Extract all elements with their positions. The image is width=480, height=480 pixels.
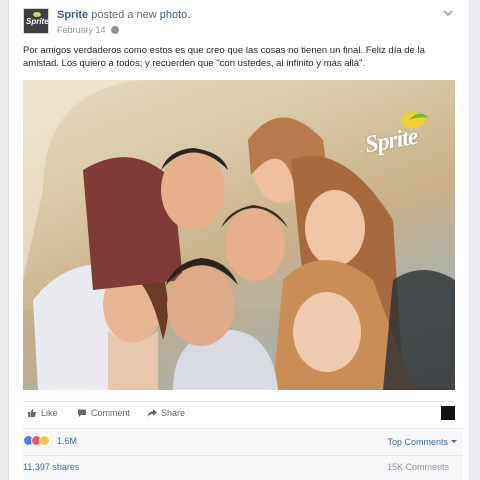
post-message: Por amigos verdaderos como estos es que … [23, 45, 425, 69]
post-as-avatar[interactable] [441, 406, 455, 420]
post-photo[interactable]: Sprite [23, 80, 455, 390]
action-bar: Like Comment Share [23, 401, 455, 425]
post-card: Sprite Sprite posted a new photo. Februa… [8, 0, 470, 480]
comment-label: Comment [91, 408, 131, 418]
globe-icon [111, 26, 120, 34]
comment-icon [78, 409, 86, 417]
avatar-logo-text: Sprite [26, 17, 49, 26]
photo-link[interactable]: photo. [160, 9, 191, 21]
comment-button[interactable]: Comment [77, 408, 130, 418]
post-header: Sprite Sprite posted a new photo. Februa… [23, 6, 455, 40]
share-icon [147, 409, 157, 417]
page-name-link[interactable]: Sprite [57, 9, 88, 21]
post-meta: February 14 [57, 25, 120, 35]
top-comments-label: Top Comments [387, 437, 448, 447]
stats-divider [23, 455, 463, 456]
share-label: Share [161, 408, 186, 418]
like-icon [28, 409, 36, 417]
post-attribution: Sprite posted a new photo. [57, 9, 190, 21]
sprite-logo: Sprite [363, 108, 451, 168]
wow-reaction-icon [39, 435, 50, 446]
reaction-count[interactable]: 1.6M [57, 436, 77, 446]
engagement-panel: 1.6M Top Comments 11,397 shares 15K Comm… [23, 428, 463, 480]
top-comments-dropdown[interactable]: Top Comments [387, 437, 457, 447]
posted-text: posted a new [91, 9, 157, 21]
like-button[interactable]: Like [27, 408, 58, 418]
comments-count[interactable]: 15K Comments [387, 462, 449, 472]
like-label: Like [41, 408, 58, 418]
share-button[interactable]: Share [147, 408, 185, 418]
caret-down-icon [451, 440, 457, 443]
page-avatar[interactable]: Sprite [23, 8, 49, 34]
chevron-down-icon[interactable] [441, 7, 455, 19]
post-date[interactable]: February 14 [57, 25, 106, 35]
shares-count[interactable]: 11,397 shares [23, 462, 79, 472]
